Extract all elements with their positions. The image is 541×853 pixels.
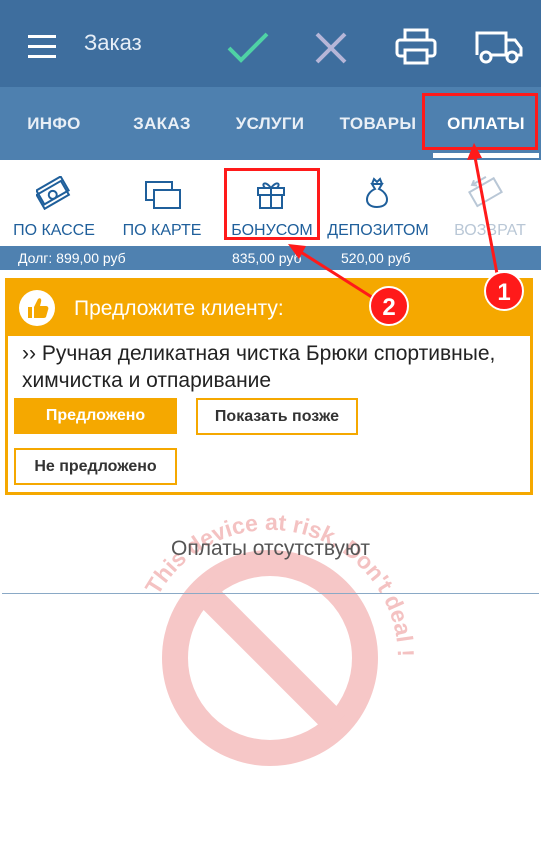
annotation-badge-2: 2 [369, 286, 409, 326]
annotation-arrows [288, 143, 500, 303]
annotation-badge-1: 1 [484, 271, 524, 311]
